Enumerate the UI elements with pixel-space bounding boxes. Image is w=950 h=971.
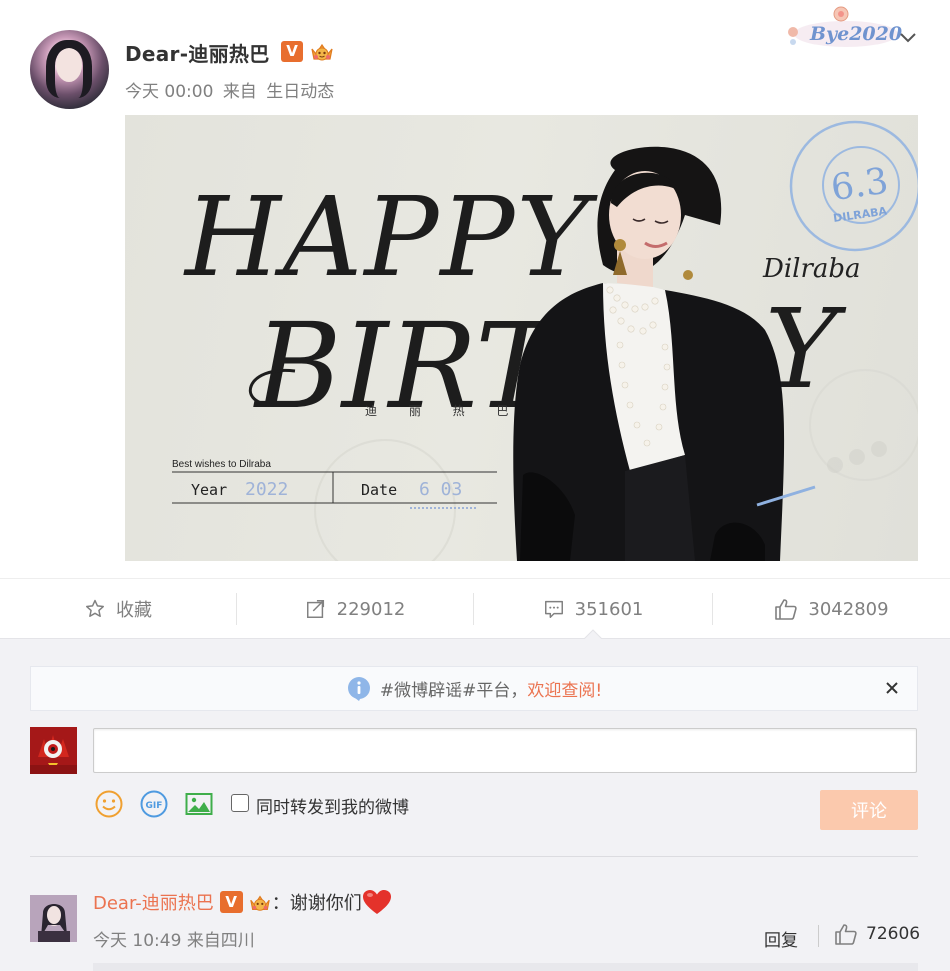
like-count: 3042809 xyxy=(808,598,889,620)
emoji-icon[interactable] xyxy=(94,789,124,819)
comment-separator: ： xyxy=(271,893,290,914)
favorite-button[interactable]: 收藏 xyxy=(0,579,236,639)
rumor-notice-banner: #微博辟谣#平台， 欢迎查阅! xyxy=(30,666,918,711)
post-meta: 今天 00:00 来自 生日动态 xyxy=(125,77,338,102)
chevron-down-icon[interactable] xyxy=(898,28,918,48)
verified-badge-icon: V xyxy=(281,41,303,62)
comment-input[interactable] xyxy=(93,728,917,773)
best-wishes-text: Best wishes to Dilraba xyxy=(172,459,271,470)
date-value: 6 03 xyxy=(419,479,462,500)
signature-text: Dilraba xyxy=(762,254,861,284)
birthday-poster: HAPPY BIRT Y 迪 丽 热 巴 Best wishes to Dilr… xyxy=(172,120,918,561)
comment-like-count: 72606 xyxy=(866,924,921,944)
heart-icon xyxy=(362,890,391,914)
title-happy: HAPPY xyxy=(183,173,598,301)
commenter-name[interactable]: Dear-迪丽热巴 xyxy=(93,889,214,915)
comment-source: 来自四川 xyxy=(186,931,255,951)
comment-meta: 今天 10:49 来自四川 xyxy=(93,926,255,951)
name-cn: 迪 丽 热 巴 xyxy=(365,404,522,418)
author-avatar[interactable] xyxy=(30,30,109,109)
comment-panel-caret xyxy=(584,629,602,639)
verified-badge-icon: V xyxy=(219,891,243,913)
commenter-avatar[interactable] xyxy=(30,895,77,942)
post-time[interactable]: 今天 00:00 xyxy=(125,82,213,102)
star-icon xyxy=(86,599,104,617)
favorite-label: 收藏 xyxy=(116,600,152,621)
post-action-bar: 收藏 229012 351601 3042809 xyxy=(0,578,950,638)
repost-checkbox-label[interactable]: 同时转发到我的微博 xyxy=(256,793,409,818)
avatar-face xyxy=(56,48,82,82)
year-value: 2022 xyxy=(245,479,288,500)
bye2020-card-decoration: Bye2020 xyxy=(788,6,902,47)
author-name[interactable]: Dear-迪丽热巴 xyxy=(125,38,270,67)
comment-line: Dear-迪丽热巴 V ： 谢谢你们 xyxy=(93,889,392,915)
submit-comment-button[interactable]: 评论 xyxy=(820,790,918,830)
post-source-prefix: 来自 xyxy=(222,82,257,102)
stamp-number: 6.3 xyxy=(828,161,890,210)
bye2020-text: Bye2020 xyxy=(809,23,902,45)
comment-time: 今天 10:49 xyxy=(93,931,182,951)
comment-text: 谢谢你们 xyxy=(289,893,362,914)
notice-text: #微博辟谣#平台， xyxy=(379,681,528,701)
repost-button[interactable]: 229012 xyxy=(237,579,473,639)
comment-panel: #微博辟谣#平台， 欢迎查阅! GIF 同时转发到我的微博 评论 Dear-迪丽… xyxy=(0,638,950,971)
image-icon[interactable] xyxy=(184,789,214,819)
post-source[interactable]: 生日动态 xyxy=(266,82,334,102)
sub-comment-strip xyxy=(93,963,918,971)
close-icon[interactable] xyxy=(883,679,901,697)
member-crown-icon xyxy=(311,43,333,61)
year-label: Year xyxy=(191,481,227,499)
repost-count: 229012 xyxy=(336,598,406,620)
notice-link[interactable]: 欢迎查阅! xyxy=(527,676,602,701)
comment-action-divider xyxy=(818,925,819,947)
postmark-stamp: 6.3 DILRABA xyxy=(789,120,918,252)
gif-icon[interactable]: GIF xyxy=(139,789,169,819)
member-crown-icon xyxy=(249,895,270,911)
post-header: Dear-迪丽热巴 V 今天 00:00 来自 生日动态 Bye2020 xyxy=(0,0,950,115)
current-user-avatar[interactable] xyxy=(30,727,77,774)
svg-text:GIF: GIF xyxy=(146,801,163,811)
thumbs-up-icon xyxy=(835,924,857,945)
info-icon xyxy=(347,676,370,701)
comment-icon xyxy=(544,600,563,618)
repost-checkbox[interactable] xyxy=(231,794,249,812)
like-button[interactable]: 3042809 xyxy=(713,579,950,639)
post-image[interactable]: HAPPY BIRT Y 迪 丽 热 巴 Best wishes to Dilr… xyxy=(125,115,918,561)
comment-like-button[interactable]: 72606 xyxy=(834,923,920,945)
repost-icon xyxy=(306,600,324,618)
comment-count: 351601 xyxy=(574,598,644,620)
reply-button[interactable]: 回复 xyxy=(764,926,798,951)
comments-divider xyxy=(30,856,918,857)
thumbs-up-icon xyxy=(775,599,798,620)
date-label: Date xyxy=(361,481,397,499)
